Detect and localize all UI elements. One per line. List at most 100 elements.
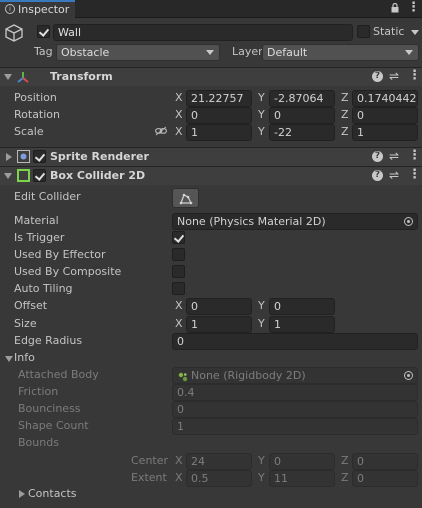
active-checkbox[interactable] <box>37 25 50 38</box>
is-trigger-checkbox[interactable] <box>172 231 185 244</box>
kebab-menu-icon[interactable]: ⋮ <box>408 168 421 182</box>
object-picker-icon <box>404 371 413 380</box>
static-dropdown-arrow-icon[interactable] <box>411 30 419 35</box>
presets-icon[interactable]: ⇌ <box>389 168 399 182</box>
position-y-field[interactable]: -2.87064 <box>269 90 335 107</box>
object-picker-icon[interactable] <box>404 217 413 226</box>
shape-count-field: 1 <box>172 418 418 435</box>
edit-collider-icon <box>179 192 193 208</box>
center-label: Center <box>131 454 169 467</box>
box-collider-header[interactable]: Box Collider 2D ? ⇌ ⋮ <box>0 166 422 185</box>
layer-label: Layer <box>232 45 263 58</box>
extent-y-field: 11 <box>269 470 335 487</box>
static-checkbox[interactable] <box>357 25 370 38</box>
info-icon: i <box>5 4 15 14</box>
kebab-menu-icon[interactable]: ⋮ <box>408 149 421 163</box>
sprite-renderer-icon <box>17 150 30 166</box>
fold-down-icon[interactable] <box>4 74 12 80</box>
attached-body-label: Attached Body <box>18 368 99 381</box>
sprite-renderer-header[interactable]: Sprite Renderer ? ⇌ ⋮ <box>0 147 422 166</box>
fold-down-icon[interactable] <box>4 173 12 179</box>
bounciness-label: Bounciness <box>18 402 81 415</box>
box-collider-enabled-checkbox[interactable] <box>33 169 46 182</box>
extent-x-field: 0.5 <box>186 470 252 487</box>
lock-icon[interactable] <box>391 2 399 13</box>
used-by-effector-label: Used By Effector <box>14 248 106 261</box>
material-value: None (Physics Material 2D) <box>177 215 326 228</box>
size-x-field[interactable]: 1 <box>186 316 252 333</box>
transform-title: Transform <box>50 70 113 83</box>
rigidbody-icon <box>178 371 188 383</box>
used-by-composite-checkbox[interactable] <box>172 265 185 278</box>
presets-icon[interactable]: ⇌ <box>389 149 399 163</box>
axis-z-label: Z <box>341 108 349 121</box>
tag-dropdown[interactable]: Obstacle <box>56 44 220 61</box>
tag-label: Tag <box>34 45 53 58</box>
auto-tiling-checkbox[interactable] <box>172 282 185 295</box>
rotation-y-field[interactable]: 0 <box>269 107 335 124</box>
offset-x-field[interactable]: 0 <box>186 298 252 315</box>
layer-value: Default <box>267 46 308 59</box>
edge-radius-field[interactable]: 0 <box>172 333 418 350</box>
fold-right-icon[interactable] <box>6 153 12 161</box>
edge-radius-label: Edge Radius <box>14 334 83 347</box>
info-foldout-label[interactable]: Info <box>14 351 35 365</box>
scale-x-field[interactable]: 1 <box>186 124 252 141</box>
gameobject-cube-icon <box>4 23 24 46</box>
material-label: Material <box>14 214 59 227</box>
name-field[interactable]: Wall <box>53 24 353 41</box>
extent-label: Extent <box>131 471 167 484</box>
fold-right-icon[interactable] <box>19 490 25 498</box>
friction-label: Friction <box>18 385 59 398</box>
rotation-z-field[interactable]: 0 <box>352 107 418 124</box>
tab-inspector[interactable]: i Inspector <box>0 0 75 19</box>
rotation-x-field[interactable]: 0 <box>186 107 252 124</box>
axis-x-label: X <box>175 317 183 330</box>
scale-z-field[interactable]: 1 <box>352 124 418 141</box>
layer-dropdown[interactable]: Default <box>262 44 419 61</box>
help-icon[interactable]: ? <box>372 151 383 162</box>
fold-down-icon[interactable] <box>5 356 13 362</box>
bounds-label: Bounds <box>18 436 59 449</box>
static-label: Static <box>373 25 405 38</box>
axis-x-label: X <box>175 454 183 467</box>
position-z-field[interactable]: 0.1740442 <box>352 90 418 107</box>
shape-count-label: Shape Count <box>18 419 89 432</box>
kebab-menu-icon[interactable]: ⋮ <box>408 69 421 83</box>
offset-y-field[interactable]: 0 <box>269 298 335 315</box>
rotation-label: Rotation <box>14 108 61 121</box>
auto-tiling-label: Auto Tiling <box>14 282 73 295</box>
axis-y-label: Y <box>258 471 265 484</box>
material-field[interactable]: None (Physics Material 2D) <box>172 213 418 230</box>
contacts-foldout-label[interactable]: Contacts <box>28 487 77 501</box>
axis-y-label: Y <box>258 317 265 330</box>
used-by-effector-checkbox[interactable] <box>172 248 185 261</box>
sprite-renderer-enabled-checkbox[interactable] <box>33 150 46 163</box>
help-icon[interactable]: ? <box>372 170 383 181</box>
axis-x-label: X <box>175 471 183 484</box>
scale-label: Scale <box>14 125 44 138</box>
axis-x-label: X <box>175 91 183 104</box>
axis-y-label: Y <box>258 108 265 121</box>
axis-y-label: Y <box>258 91 265 104</box>
transform-icon <box>16 70 30 87</box>
axis-z-label: Z <box>341 454 349 467</box>
scale-y-field[interactable]: -22 <box>269 124 335 141</box>
presets-icon[interactable]: ⇌ <box>389 69 399 83</box>
size-y-field[interactable]: 1 <box>269 316 335 333</box>
chevron-down-icon <box>206 50 214 55</box>
constrain-proportions-icon[interactable] <box>155 126 167 139</box>
size-label: Size <box>14 317 37 330</box>
axis-y-label: Y <box>258 454 265 467</box>
axis-z-label: Z <box>341 125 349 138</box>
tag-value: Obstacle <box>61 46 110 59</box>
transform-header[interactable]: Transform ? ⇌ ⋮ <box>0 67 422 86</box>
axis-z-label: Z <box>341 91 349 104</box>
axis-y-label: Y <box>258 299 265 312</box>
attached-body-value: None (Rigidbody 2D) <box>191 369 306 382</box>
help-icon[interactable]: ? <box>372 71 383 82</box>
tab-label: Inspector <box>18 3 70 16</box>
edit-collider-button[interactable] <box>172 188 199 208</box>
position-x-field[interactable]: 21.22757 <box>186 90 252 107</box>
kebab-menu-icon[interactable]: ⋮ <box>407 1 420 15</box>
